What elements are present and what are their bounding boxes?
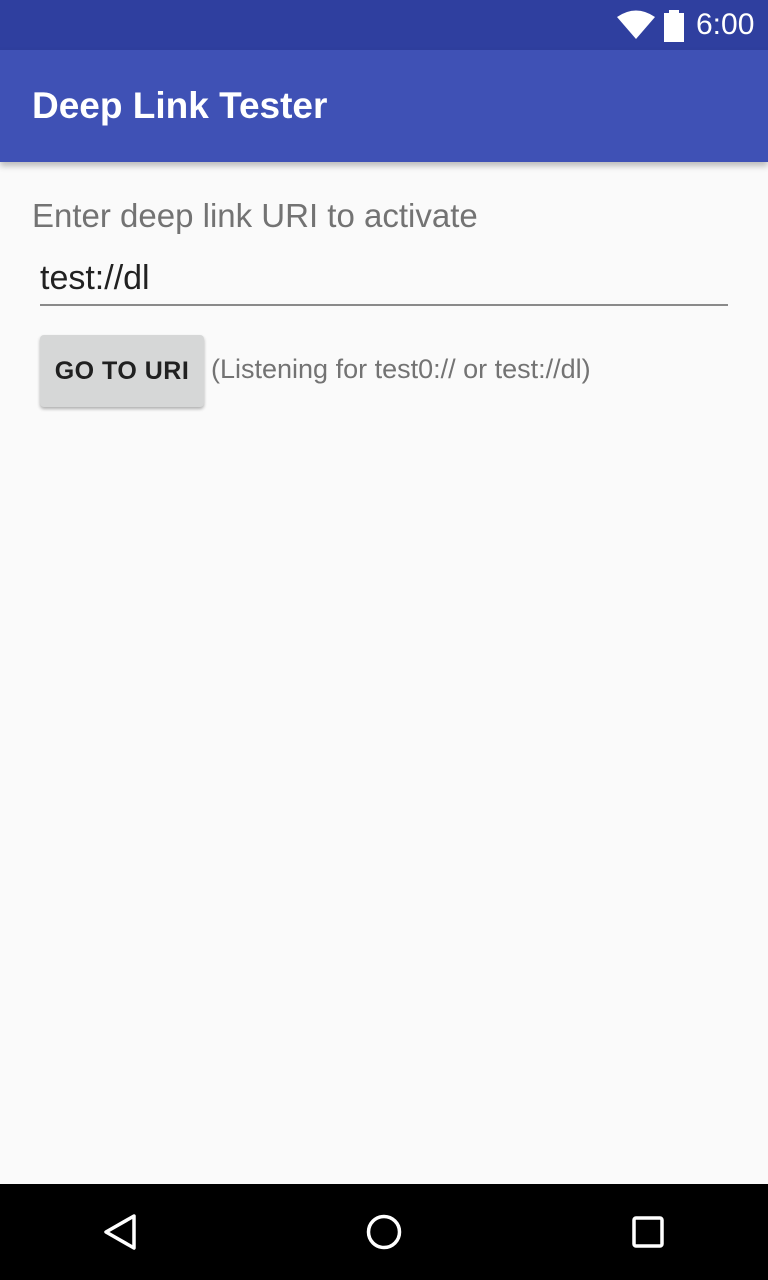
listening-status-text: (Listening for test0:// or test://dl) (211, 354, 591, 384)
navigation-bar (0, 1184, 768, 1280)
home-icon (366, 1214, 402, 1250)
go-to-uri-button[interactable]: GO TO URI (40, 335, 204, 407)
uri-input[interactable] (40, 252, 728, 306)
status-time: 6:00 (696, 8, 755, 41)
back-icon (104, 1214, 136, 1250)
app-title: Deep Link Tester (32, 85, 328, 126)
status-bar: 6:00 (0, 0, 768, 50)
battery-icon (664, 10, 684, 42)
app-bar: Deep Link Tester (0, 50, 768, 162)
prompt-label: Enter deep link URI to activate (32, 197, 478, 234)
back-button[interactable] (86, 1198, 154, 1266)
screen: 6:00 Deep Link Tester Enter deep link UR… (0, 0, 768, 1280)
home-button[interactable] (350, 1198, 418, 1266)
recents-button[interactable] (614, 1198, 682, 1266)
wifi-icon (617, 10, 655, 39)
recents-icon (632, 1216, 664, 1248)
